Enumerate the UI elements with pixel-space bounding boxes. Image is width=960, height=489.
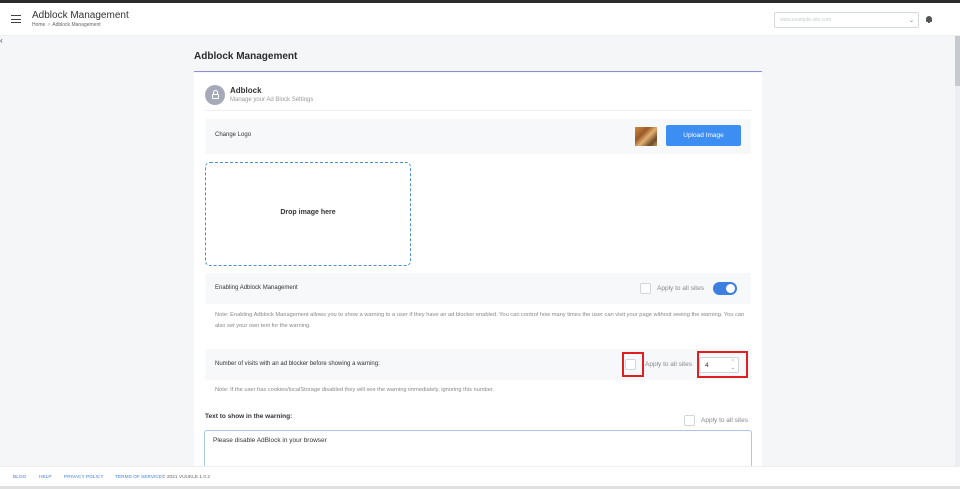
highlight-box-checkbox [622,352,644,377]
warning-apply-all-label: Apply to all sites [701,417,748,424]
dropzone-text: Drop image here [280,209,336,216]
enabling-note: Note: Enabling Adblock Management allows… [215,312,745,329]
enabling-label: Enabling Adblock Management [215,285,298,291]
chevron-down-icon: ⌄ [908,18,914,24]
breadcrumb-home[interactable]: Home [32,22,45,28]
scrollbar-track[interactable] [955,36,960,466]
card-subtitle: Manage your Ad Block Settings [230,97,314,103]
upload-image-button[interactable]: Upload Image [666,125,741,146]
hamburger-menu-icon[interactable] [11,15,21,23]
visits-apply-all-label: Apply to all sites [645,361,692,368]
enabling-apply-all-checkbox[interactable] [640,283,651,294]
warning-text-label: Text to show in the warning: [205,413,293,420]
warning-textarea-value: Please disable AdBlock in your browser [213,437,327,444]
footer-link-privacy[interactable]: PRIVACY POLICY [64,475,104,480]
footer-link-blog[interactable]: BLOG [13,475,26,480]
breadcrumb: Home > Adblock Management [32,22,101,28]
site-select-value: www.example-site.com [780,17,832,23]
visits-label: Number of visits with an ad blocker befo… [215,361,380,367]
card-title: Adblock [230,86,262,95]
enabling-row: Enabling Adblock Management Apply to all… [205,273,751,304]
sidebar-collapse-icon[interactable]: ‹ [0,36,5,48]
header: Adblock Management Home > Adblock Manageme… [0,3,960,36]
enabling-apply-all-label: Apply to all sites [657,285,704,292]
page-title: Adblock Management [194,51,298,62]
footer-link-terms[interactable]: TERMS OF SERVICE [115,475,162,480]
header-title: Adblock Management [32,10,129,21]
warning-apply-all-checkbox[interactable] [684,415,695,426]
image-dropzone[interactable]: Drop image here [205,162,411,266]
lock-icon [205,85,225,105]
visits-row: Number of visits with an ad blocker befo… [205,349,751,380]
title-underline [194,71,762,72]
change-logo-row: Change Logo Upload Image [205,119,751,154]
highlight-box-number-input [697,351,748,378]
visits-note: Note: If the user has cookies/localStora… [215,387,495,393]
adblock-card: Adblock Manage your Ad Block Settings Ch… [194,73,762,470]
warning-textarea[interactable]: Please disable AdBlock in your browser [204,430,752,470]
enabling-toggle[interactable] [713,282,737,295]
scrollbar-thumb[interactable] [955,36,960,86]
change-logo-label: Change Logo [215,132,252,138]
bell-icon[interactable] [926,16,932,23]
breadcrumb-separator: > [47,22,51,28]
footer-link-help[interactable]: HELP [39,475,52,480]
site-select[interactable]: www.example-site.com ⌄ [774,12,919,28]
logo-thumbnail [635,127,657,146]
breadcrumb-current: Adblock Management [52,22,101,28]
toggle-knob [726,284,735,293]
card-divider [205,110,751,111]
footer-copyright: © 2021 VUUKLE 1.0.2 [162,475,211,480]
